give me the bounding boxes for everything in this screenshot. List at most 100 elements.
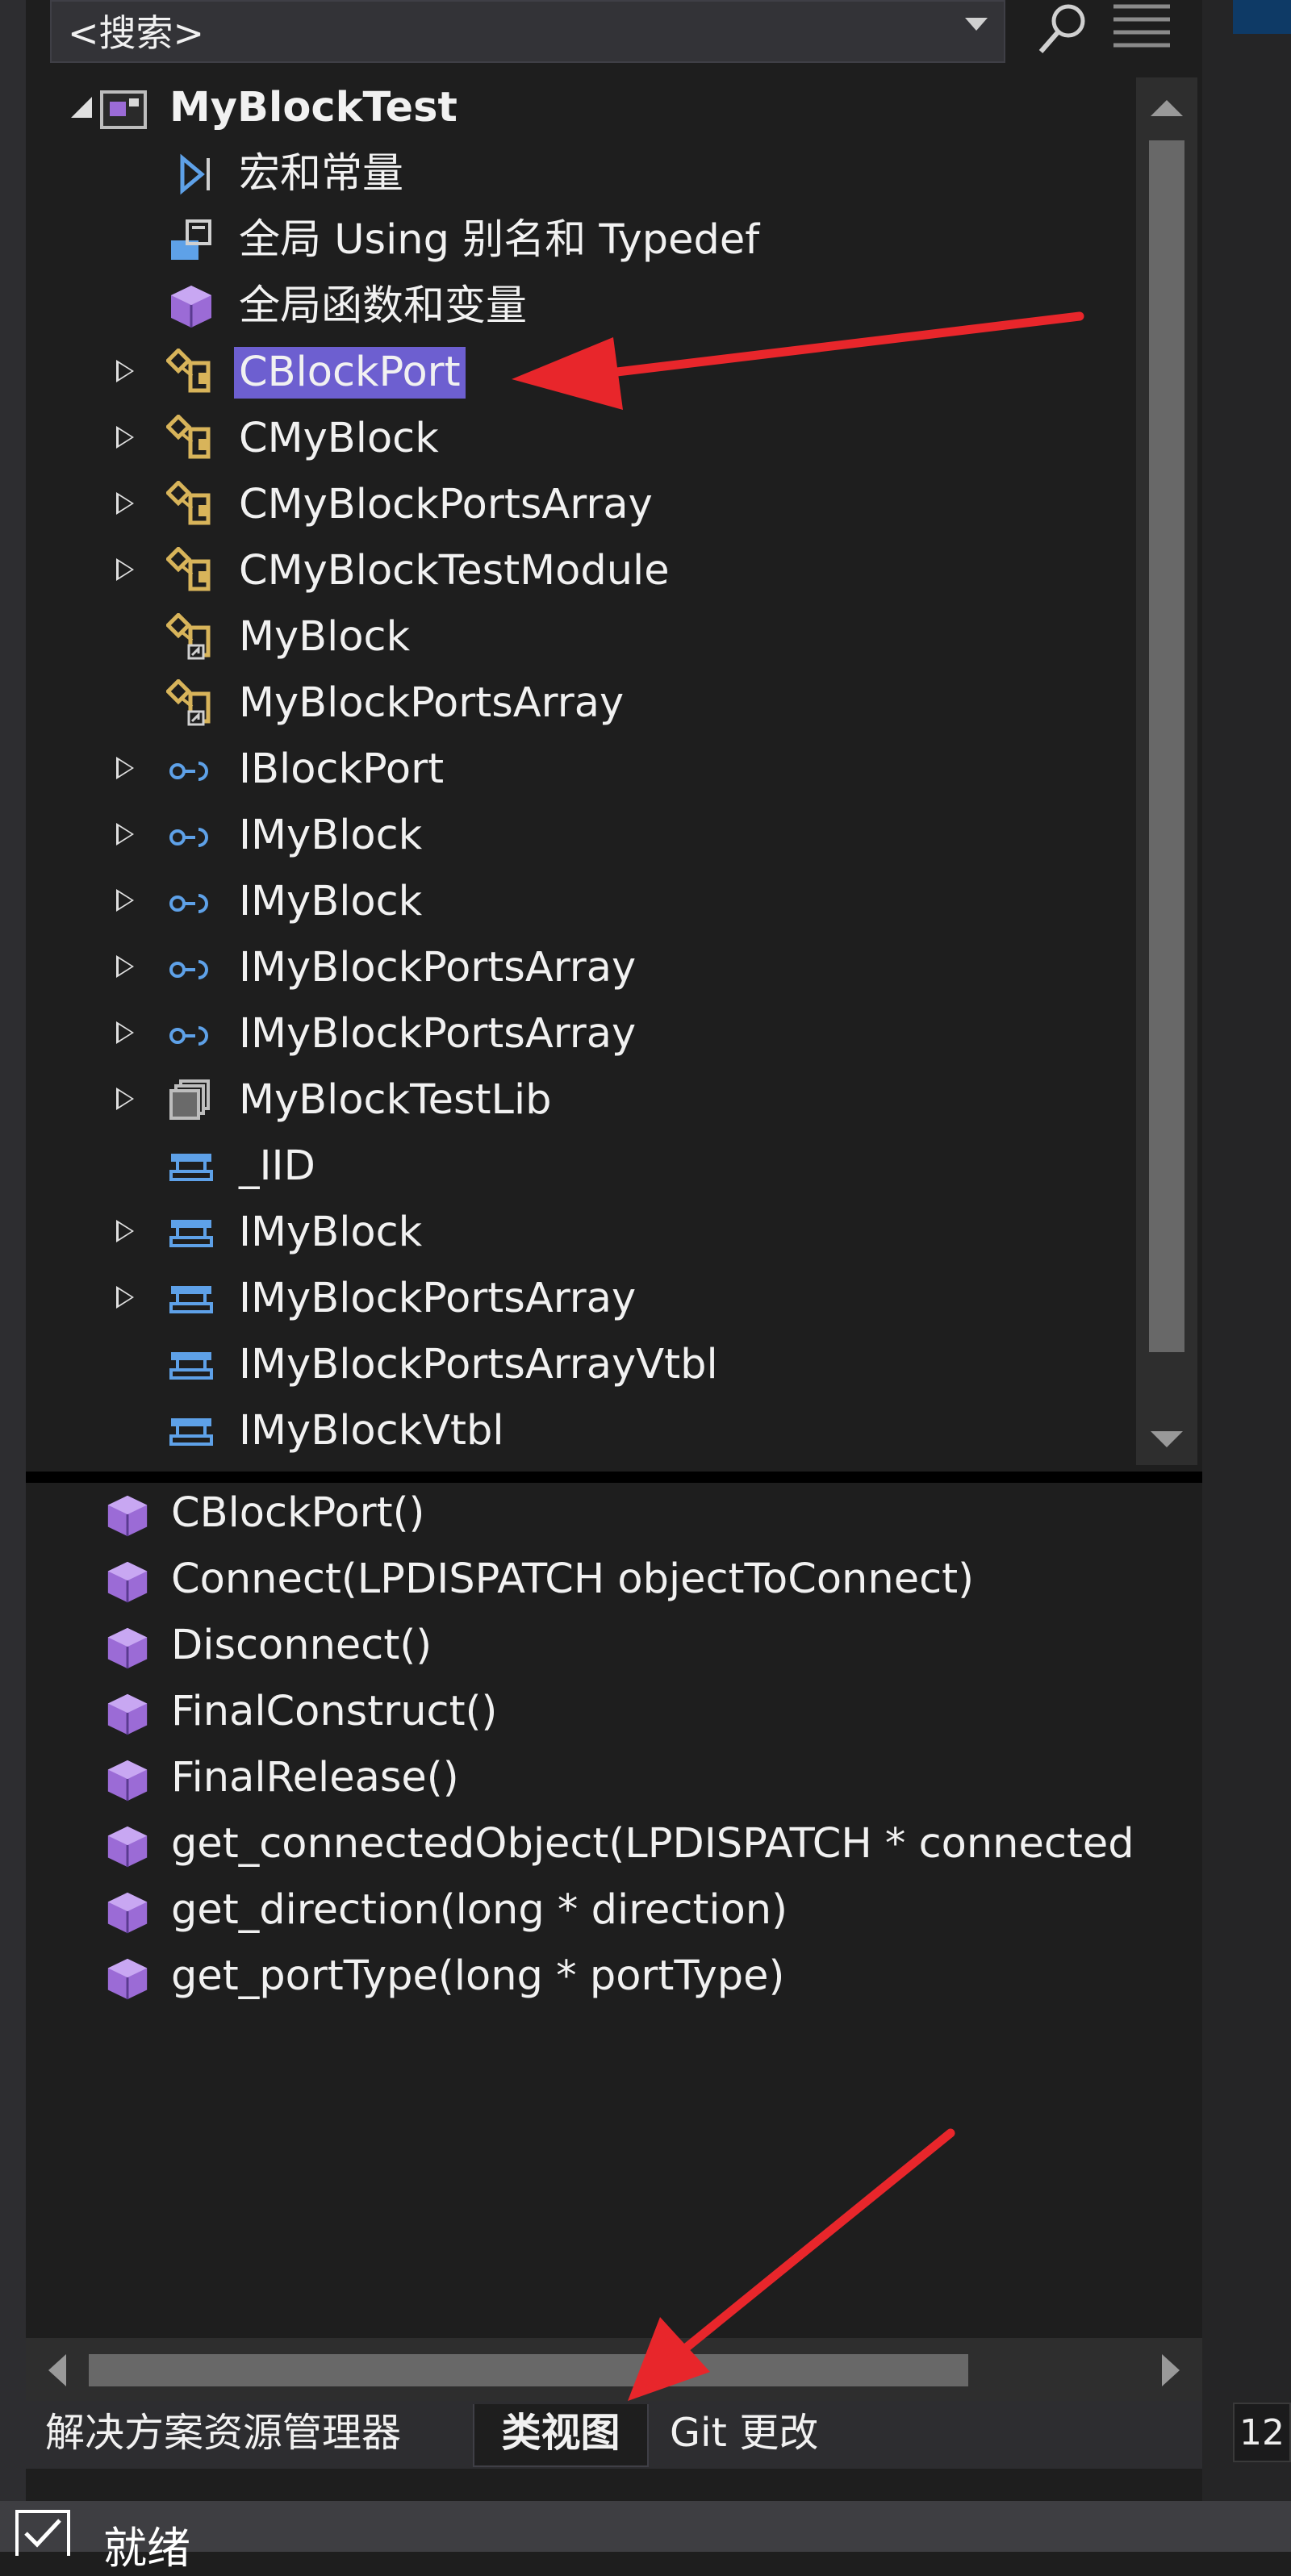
expand-arrow-icon[interactable]	[116, 558, 134, 581]
class-icon	[166, 415, 211, 459]
list-settings-icon	[1113, 4, 1170, 48]
tree-item-label: CMyBlockPortsArray	[239, 481, 653, 528]
tab-class-view[interactable]: 类视图	[473, 2404, 649, 2467]
tree-item[interactable]: CMyBlock	[26, 408, 1149, 474]
tree-item-label: MyBlock	[239, 613, 411, 661]
expand-arrow-icon[interactable]	[116, 360, 134, 382]
expand-arrow-icon[interactable]	[116, 1021, 134, 1044]
member-item[interactable]: Connect(LPDISPATCH objectToConnect)	[26, 1549, 1202, 1615]
tree-item-label: 全局函数和变量	[239, 282, 528, 330]
expand-arrow-icon[interactable]	[116, 955, 134, 978]
chevron-down-icon[interactable]	[965, 18, 988, 31]
tree-root-node[interactable]: MyBlockTest	[26, 77, 1149, 144]
tree-item-label: IMyBlock	[239, 1209, 423, 1256]
member-item[interactable]: get_direction(long * direction)	[26, 1880, 1202, 1946]
members-scroll-thumb[interactable]	[89, 2354, 968, 2386]
class-shortcut-icon	[166, 613, 211, 660]
macro-icon	[180, 153, 210, 195]
tree-item[interactable]: IMyBlockVtbl	[26, 1401, 1149, 1467]
tree-item-label: 全局 Using 别名和 Typedef	[239, 216, 760, 264]
expand-arrow-icon[interactable]	[116, 889, 134, 912]
expand-arrow-icon[interactable]	[116, 1286, 134, 1309]
scroll-right-icon[interactable]	[1162, 2354, 1180, 2386]
tree-item[interactable]: CBlockPort	[26, 342, 1149, 408]
struct-icon	[169, 1286, 213, 1313]
checkbox-icon	[15, 2510, 70, 2556]
interface-icon	[169, 894, 208, 913]
struct-icon	[169, 1352, 213, 1380]
method-icon	[107, 1693, 148, 1735]
member-label: Disconnect()	[171, 1622, 432, 1669]
tree-item[interactable]: IMyBlock	[26, 1202, 1149, 1268]
tree-item-label: IMyBlockPortsArrayVtbl	[239, 1341, 718, 1388]
tree-item-label: 宏和常量	[239, 150, 404, 198]
member-item[interactable]: get_connectedObject(LPDISPATCH * connect…	[26, 1814, 1202, 1880]
expand-arrow-icon[interactable]	[116, 492, 134, 515]
tree-item-label: IMyBlockPortsArray	[239, 1275, 637, 1322]
tree-item[interactable]: IMyBlockPortsArrayVtbl	[26, 1334, 1149, 1401]
method-icon	[107, 1760, 148, 1802]
search-button[interactable]	[1022, 0, 1102, 63]
struct-icon	[169, 1154, 213, 1181]
expand-arrow-icon[interactable]	[116, 757, 134, 779]
expand-arrow-icon[interactable]	[116, 426, 134, 449]
class-tree[interactable]: MyBlockTest 宏和常量全局 Using 别名和 Typedef 全局函数…	[26, 77, 1149, 1472]
interface-icon	[169, 960, 208, 979]
tree-item-label: IBlockPort	[239, 745, 445, 793]
scroll-down-icon[interactable]	[1151, 1431, 1183, 1447]
member-item[interactable]: FinalConstruct()	[26, 1681, 1202, 1747]
tree-item-label: IMyBlockVtbl	[239, 1407, 504, 1455]
tree-item-label: IMyBlock	[239, 812, 423, 859]
class-icon	[166, 547, 211, 591]
tree-item[interactable]: IMyBlockPortsArray	[26, 937, 1149, 1004]
tab-solution-explorer[interactable]: 解决方案资源管理器	[45, 2404, 401, 2467]
member-item[interactable]: FinalRelease()	[26, 1747, 1202, 1814]
member-item[interactable]: get_portType(long * portType)	[26, 1946, 1202, 2012]
editor-tab-accent	[1233, 0, 1291, 34]
tree-item-label: CMyBlock	[239, 415, 439, 462]
tree-item[interactable]: 宏和常量	[26, 144, 1149, 210]
tree-item[interactable]: CMyBlockTestModule	[26, 541, 1149, 607]
panel-splitter[interactable]	[26, 1472, 1202, 1483]
tree-item-label: MyBlockPortsArray	[239, 679, 625, 727]
member-label: CBlockPort()	[171, 1489, 425, 1537]
tree-item[interactable]: MyBlockPortsArray	[26, 673, 1149, 739]
tree-item[interactable]: IMyBlock	[26, 871, 1149, 937]
tree-item-label: IMyBlockPortsArray	[239, 944, 637, 992]
member-label: Connect(LPDISPATCH objectToConnect)	[171, 1555, 974, 1603]
search-placeholder: <搜索>	[68, 11, 205, 55]
expand-arrow-icon[interactable]	[116, 1088, 134, 1110]
method-icon	[107, 1892, 148, 1934]
struct-icon	[169, 1418, 213, 1446]
tree-item[interactable]: IMyBlockPortsArray	[26, 1268, 1149, 1334]
library-icon	[169, 1079, 210, 1120]
member-item[interactable]: Disconnect()	[26, 1615, 1202, 1681]
project-icon	[100, 90, 147, 129]
tab-git-changes[interactable]: Git 更改	[670, 2404, 818, 2467]
members-list[interactable]: CBlockPort() Connect(LPDISPATCH objectToC…	[26, 1483, 1202, 2338]
settings-button[interactable]	[1105, 0, 1178, 63]
tree-item[interactable]: IBlockPort	[26, 739, 1149, 805]
expand-arrow-icon[interactable]	[116, 1220, 134, 1242]
editor-edge	[1202, 0, 1291, 2501]
scroll-up-icon[interactable]	[1151, 100, 1183, 116]
tree-item[interactable]: CMyBlockPortsArray	[26, 474, 1149, 541]
tree-item[interactable]: MyBlockTestLib	[26, 1070, 1149, 1136]
class-shortcut-icon	[166, 679, 211, 726]
tree-scroll-thumb[interactable]	[1149, 140, 1184, 1352]
interface-icon	[169, 828, 208, 847]
tree-item-label: IMyBlockPortsArray	[239, 1010, 637, 1058]
class-icon	[166, 349, 211, 393]
expand-arrow-icon[interactable]	[116, 823, 134, 845]
expanded-arrow-icon[interactable]	[71, 97, 92, 118]
tree-item[interactable]: IMyBlock	[26, 805, 1149, 871]
tree-item[interactable]: _IID	[26, 1136, 1149, 1202]
member-item[interactable]: CBlockPort()	[26, 1483, 1202, 1549]
method-icon	[107, 1627, 148, 1669]
scroll-left-icon[interactable]	[48, 2354, 66, 2386]
tree-item[interactable]: IMyBlockPortsArray	[26, 1004, 1149, 1070]
tree-item[interactable]: 全局 Using 别名和 Typedef	[26, 210, 1149, 276]
tree-item[interactable]: MyBlock	[26, 607, 1149, 673]
tree-item[interactable]: 全局函数和变量	[26, 276, 1149, 342]
tree-root-label: MyBlockTest	[169, 84, 457, 132]
